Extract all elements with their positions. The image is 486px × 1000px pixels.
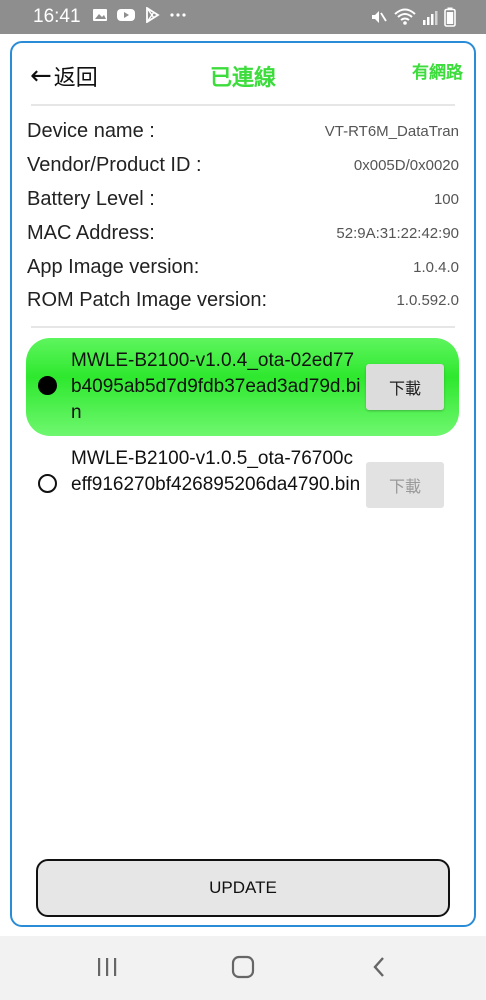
app-image-version-row: App Image version: 1.0.4.0 — [27, 252, 459, 282]
mute-icon — [372, 11, 387, 23]
info-value: 1.0.592.0 — [396, 291, 459, 309]
battery-icon — [444, 7, 456, 27]
network-status: 有網路 — [412, 63, 463, 83]
firmware-name: MWLE-B2100-v1.0.4_ota-02ed77b4095ab5d7d9… — [71, 350, 361, 423]
radio-button-unchecked[interactable] — [38, 474, 57, 493]
download-button-disabled[interactable]: 下載 — [366, 462, 444, 508]
info-label: App Image version: — [27, 255, 200, 278]
notification-icons — [92, 7, 188, 23]
download-button[interactable]: 下載 — [366, 364, 444, 410]
radio-button-checked[interactable] — [38, 376, 57, 395]
mac-address-row: MAC Address: 52:9A:31:22:42:90 — [27, 218, 459, 248]
status-bar: 16:41 — [0, 0, 486, 34]
firmware-item-selected[interactable]: MWLE-B2100-v1.0.4_ota-02ed77b4095ab5d7d9… — [26, 338, 459, 436]
divider — [31, 326, 455, 328]
device-name-row: Device name : VT-RT6M_DataTran — [27, 116, 459, 146]
status-time: 16:41 — [33, 6, 81, 27]
info-label: ROM Patch Image version: — [27, 288, 268, 311]
gallery-icon — [93, 9, 107, 21]
firmware-name: MWLE-B2100-v1.0.5_ota-76700ceff916270bf4… — [71, 448, 361, 495]
divider — [31, 104, 455, 106]
info-value: 100 — [433, 190, 459, 208]
info-value: 52:9A:31:22:42:90 — [336, 224, 459, 242]
system-icons — [370, 7, 456, 27]
wifi-icon — [394, 8, 416, 25]
info-value: VT-RT6M_DataTran — [324, 122, 459, 140]
play-store-icon — [146, 7, 160, 23]
battery-level-row: Battery Level : 100 — [27, 184, 459, 214]
rom-patch-version-row: ROM Patch Image version: 1.0.592.0 — [27, 285, 459, 315]
info-label: MAC Address: — [27, 221, 155, 244]
recent-apps-icon[interactable] — [96, 954, 118, 980]
vendor-product-id-row: Vendor/Product ID : 0x005D/0x0020 — [27, 150, 459, 180]
navigation-bar — [0, 936, 486, 1000]
firmware-item[interactable]: MWLE-B2100-v1.0.5_ota-76700ceff916270bf4… — [26, 436, 459, 534]
info-label: Device name : — [27, 119, 155, 142]
signal-icon — [423, 11, 438, 25]
info-label: Battery Level : — [27, 187, 155, 210]
update-button[interactable]: UPDATE — [36, 859, 450, 917]
youtube-icon — [117, 9, 135, 21]
info-label: Vendor/Product ID : — [27, 153, 202, 176]
info-value: 1.0.4.0 — [413, 258, 459, 276]
more-dots-icon — [170, 13, 186, 17]
home-icon[interactable] — [231, 954, 255, 980]
info-value: 0x005D/0x0020 — [353, 156, 459, 174]
back-icon[interactable] — [370, 954, 388, 980]
